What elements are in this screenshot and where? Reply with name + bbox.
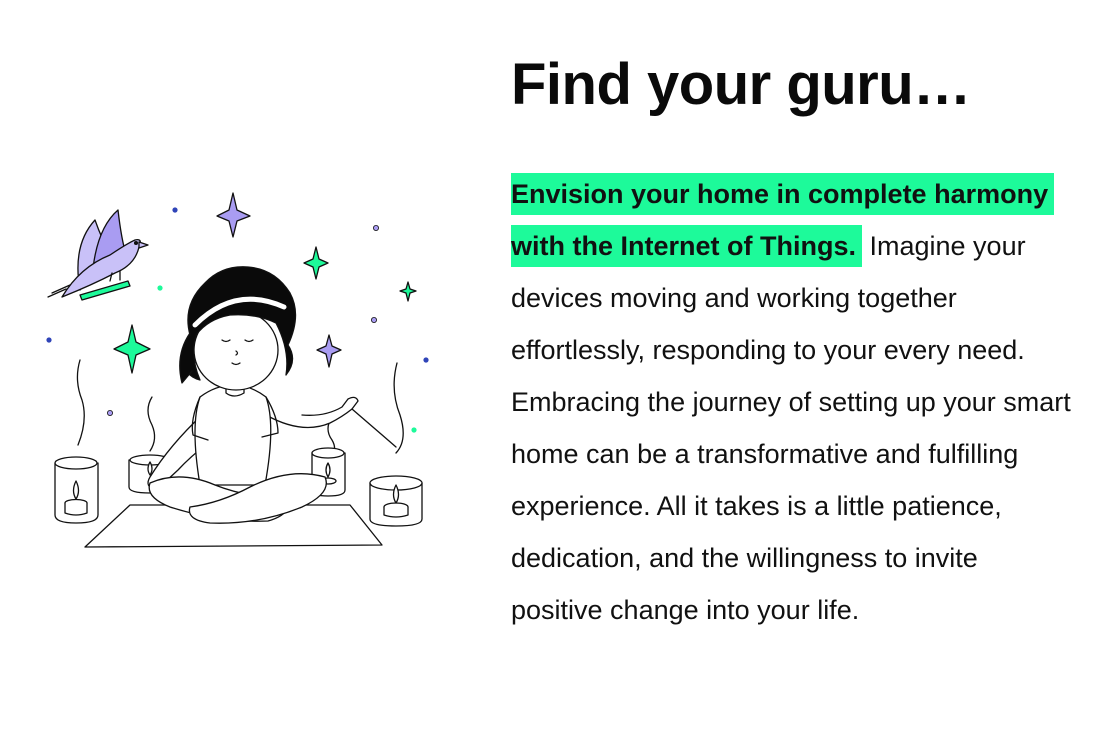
bird-icon bbox=[47, 209, 149, 301]
meditating-person-illustration bbox=[147, 266, 397, 524]
sparkle-icon bbox=[113, 324, 151, 374]
sparkle-icon bbox=[316, 334, 342, 368]
candle-icon bbox=[54, 456, 99, 524]
candle-icon bbox=[369, 475, 423, 527]
content-section: Find your guru… Envision your home in co… bbox=[511, 50, 1081, 636]
sparkle-icon bbox=[216, 192, 251, 238]
body-text: Imagine your devices moving and working … bbox=[511, 231, 1071, 625]
page-title: Find your guru… bbox=[511, 52, 971, 117]
sparkle-icon bbox=[303, 246, 329, 280]
body-paragraph: Envision your home in complete harmony w… bbox=[511, 168, 1071, 636]
sparkle-icon bbox=[399, 281, 417, 302]
meditation-illustration bbox=[40, 185, 440, 555]
